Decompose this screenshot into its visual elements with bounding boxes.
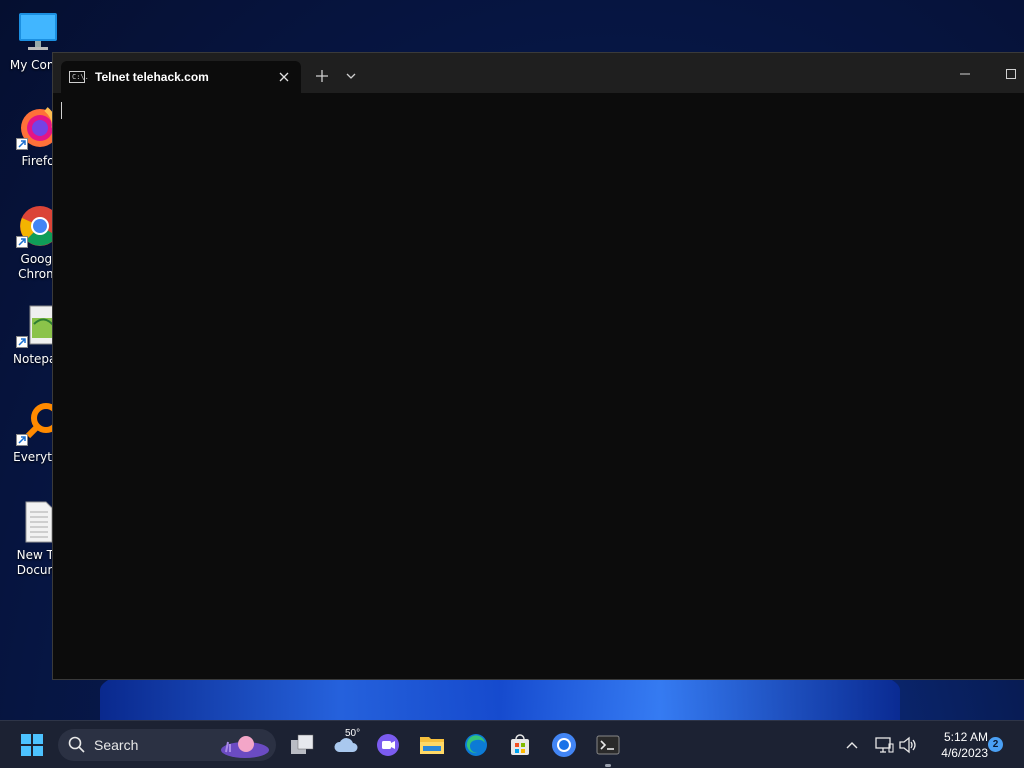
tab-title: Telnet telehack.com (95, 70, 209, 84)
tab-close-button[interactable] (275, 68, 293, 86)
monitor-icon (16, 10, 60, 54)
search-icon (68, 736, 85, 753)
minimize-icon (960, 73, 970, 75)
notification-badge[interactable]: 2 (988, 737, 1003, 752)
shortcut-arrow-icon (16, 236, 28, 248)
folder-icon (420, 737, 444, 754)
close-icon (279, 72, 289, 82)
clock-time: 5:12 AM (943, 730, 988, 744)
console-icon: C:\. (69, 71, 89, 83)
search-placeholder: Search (94, 737, 139, 753)
search-highlight-icon (221, 736, 269, 758)
text-cursor (61, 102, 62, 119)
task-view-icon (291, 734, 314, 754)
store-button[interactable] (504, 729, 536, 761)
tab-dropdown-button[interactable] (340, 65, 362, 87)
show-hidden-icons-button[interactable] (836, 729, 868, 761)
new-tab-button[interactable] (311, 65, 333, 87)
minimize-button[interactable] (950, 61, 980, 87)
terminal-icon (596, 735, 620, 755)
volume-button[interactable] (892, 729, 924, 761)
terminal-window: C:\. Telnet telehack.com (52, 52, 1024, 680)
chat-button[interactable] (372, 729, 404, 761)
chrome-taskbar-button[interactable] (548, 729, 580, 761)
maximize-button[interactable] (996, 61, 1024, 87)
shortcut-arrow-icon (16, 434, 28, 446)
clock-date: 4/6/2023 (941, 746, 988, 760)
chrome-icon (552, 733, 576, 757)
file-explorer-button[interactable] (416, 729, 448, 761)
start-button[interactable] (16, 729, 48, 761)
video-chat-icon (377, 734, 399, 756)
network-icon (875, 737, 894, 753)
taskbar: Search 50° 5:12 AM 4/6/2023 (0, 720, 1024, 768)
store-icon (511, 734, 529, 755)
tab-telnet[interactable]: C:\. Telnet telehack.com (61, 61, 301, 93)
search-box[interactable]: Search (58, 729, 276, 761)
maximize-icon (1006, 69, 1016, 79)
shortcut-arrow-icon (16, 138, 28, 150)
edge-button[interactable] (460, 729, 492, 761)
chevron-up-icon (846, 742, 858, 749)
active-app-indicator (605, 764, 611, 767)
title-bar[interactable]: C:\. Telnet telehack.com (53, 53, 1024, 93)
plus-icon (316, 70, 328, 82)
edge-icon (465, 734, 487, 756)
speaker-icon (899, 736, 916, 754)
task-view-button[interactable] (286, 729, 318, 761)
weather-temperature: 50° (345, 728, 361, 739)
clock[interactable]: 5:12 AM 4/6/2023 (924, 729, 988, 761)
terminal-content[interactable] (53, 93, 1024, 679)
terminal-taskbar-button[interactable] (592, 729, 624, 761)
console-icon-text: C:\. (72, 73, 89, 81)
chevron-down-icon (346, 73, 356, 79)
windows-logo-icon (21, 734, 43, 756)
shortcut-arrow-icon (16, 336, 28, 348)
